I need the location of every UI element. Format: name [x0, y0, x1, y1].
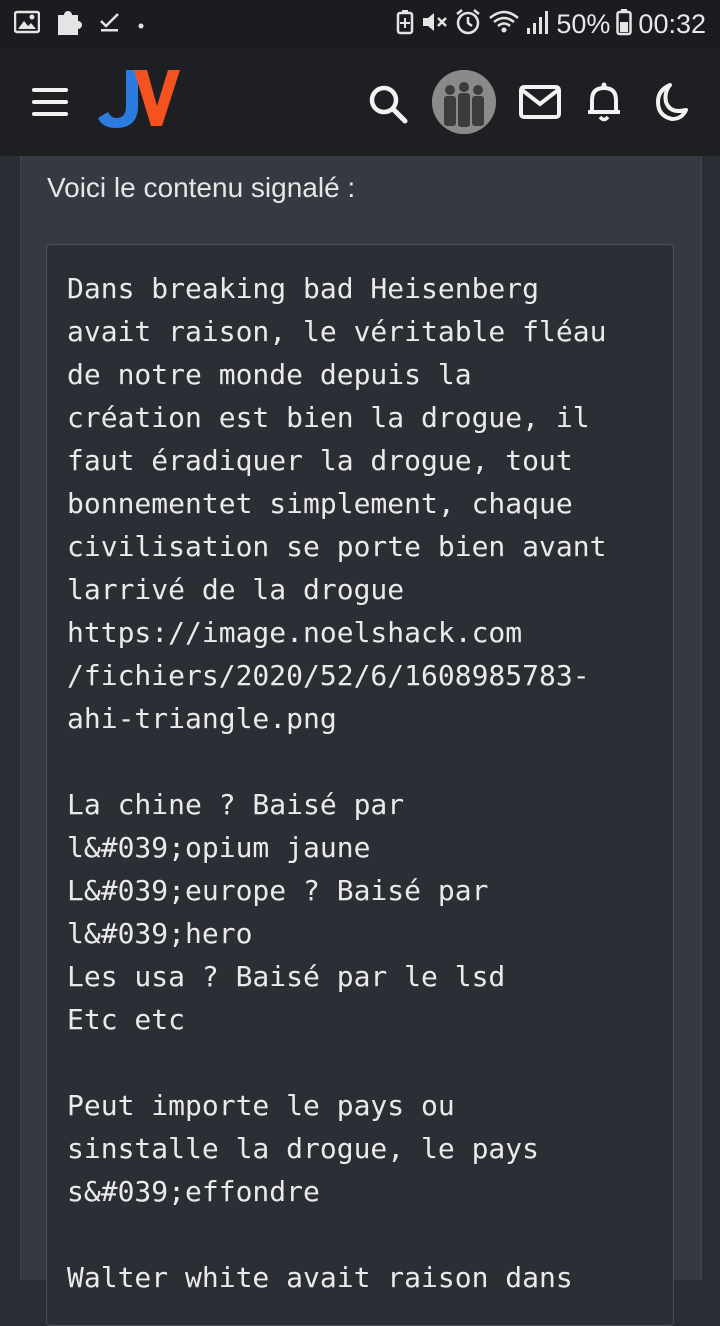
reported-content-text: Dans breaking bad Heisenberg avait raiso… — [47, 245, 673, 1299]
battery-icon — [616, 8, 633, 41]
app-header — [0, 48, 720, 156]
battery-saver-icon — [396, 9, 414, 40]
content-line: Les usa ? Baisé par le lsd — [67, 960, 506, 993]
menu-icon[interactable] — [30, 86, 70, 118]
avatar[interactable] — [432, 70, 496, 134]
download-done-icon — [98, 10, 122, 39]
jv-logo[interactable] — [96, 66, 182, 134]
gallery-icon — [13, 10, 41, 39]
report-intro: Voici le contenu signalé : — [47, 172, 356, 203]
content-line: /fichiers/2020/52/6/1608985783- — [67, 659, 590, 692]
content-line: Dans breaking bad Heisenberg — [67, 272, 540, 305]
status-bar: 50% 00:32 — [0, 0, 720, 48]
content-line: larrivé de la drogue — [67, 573, 405, 606]
content-line: avait raison, le véritable fléau — [67, 315, 607, 348]
mute-icon — [420, 9, 448, 40]
content-line: création est bien la drogue, il — [67, 401, 590, 434]
content-line: de notre monde depuis la — [67, 358, 472, 391]
alarm-icon — [454, 8, 482, 41]
mail-icon[interactable] — [518, 84, 562, 120]
content-line: l&#039;hero — [67, 917, 253, 950]
clock: 00:32 — [638, 8, 706, 39]
signal-icon — [526, 9, 550, 40]
content-line: faut éradiquer la drogue, tout — [67, 444, 573, 477]
content-line: La chine ? Baisé par — [67, 788, 405, 821]
content-line: L&#039;europe ? Baisé par — [67, 874, 489, 907]
content-line: sinstalle la drogue, le pays — [67, 1132, 540, 1165]
content-line: https://image.noelshack.com — [67, 616, 523, 649]
content-line: s&#039;effondre — [67, 1175, 320, 1208]
wifi-icon — [488, 9, 520, 40]
content-line: Etc etc — [67, 1003, 186, 1036]
content-line: civilisation se porte bien avant — [67, 530, 607, 563]
search-icon[interactable] — [368, 84, 408, 124]
puzzle-icon — [54, 7, 84, 42]
content-line: l&#039;opium jaune — [67, 831, 371, 864]
content-line: Walter white avait raison dans — [67, 1261, 573, 1294]
content-line: Peut importe le pays ou — [67, 1089, 455, 1122]
battery-percent: 50% — [556, 8, 611, 39]
bell-icon[interactable] — [584, 80, 624, 124]
content-line: bonnementet simplement, chaque — [67, 487, 573, 520]
dot-icon — [136, 12, 146, 36]
content-line: ahi-triangle.png — [67, 702, 337, 735]
reported-content-box: Dans breaking bad Heisenberg avait raiso… — [46, 244, 674, 1326]
moon-icon[interactable] — [650, 82, 688, 122]
